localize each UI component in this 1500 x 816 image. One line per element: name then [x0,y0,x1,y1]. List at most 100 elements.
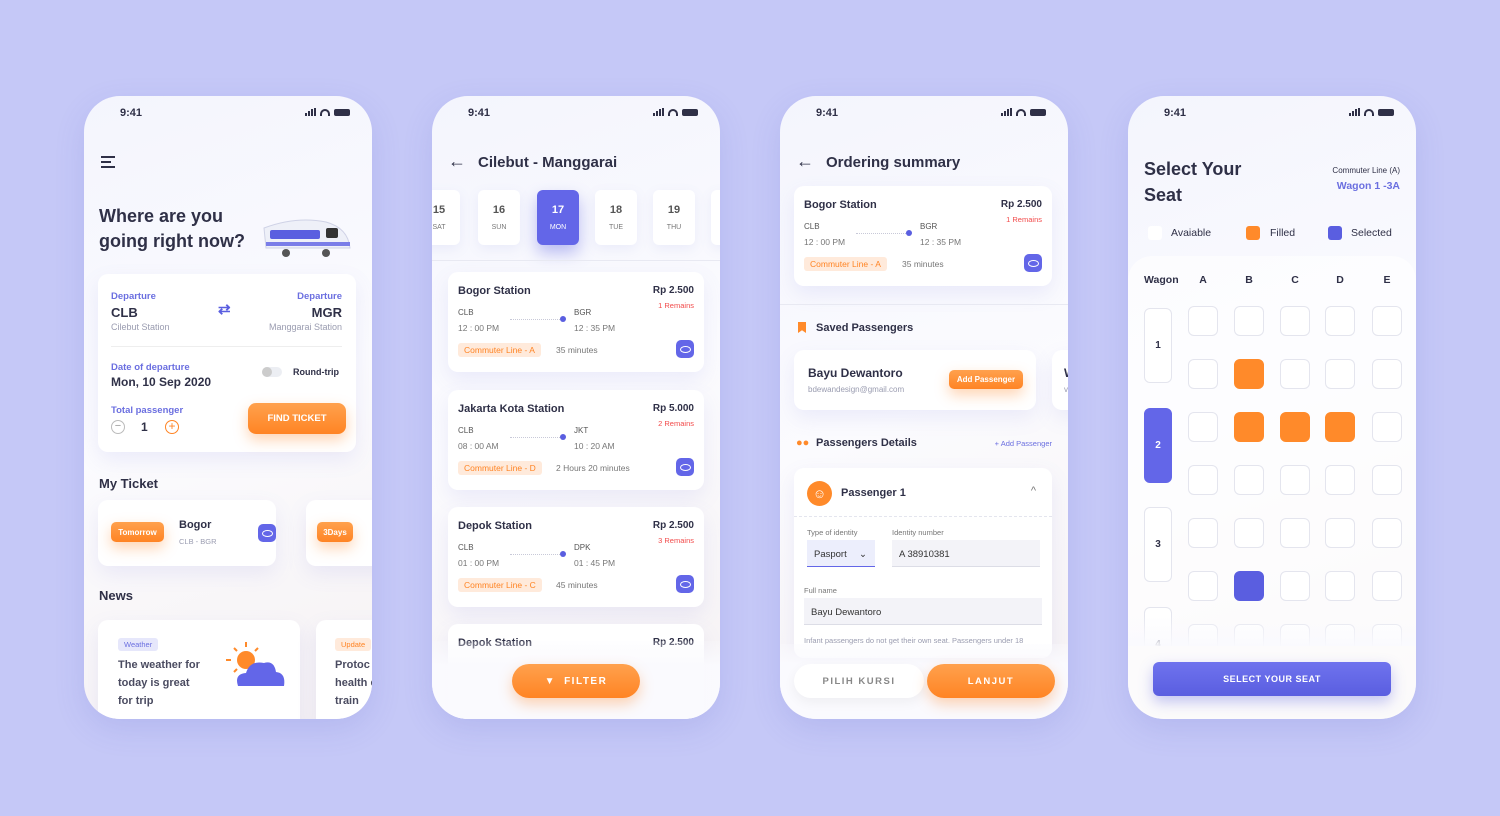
identity-type-value: Pasport [814,549,847,560]
news-card[interactable]: Update Protoc health c train [316,620,372,719]
back-arrow-icon[interactable]: ← [448,151,466,172]
seat-C3-filled[interactable] [1280,412,1310,442]
seat-B3-filled[interactable] [1234,412,1264,442]
find-ticket-button[interactable]: FIND TICKET [248,403,346,434]
seat-C5-available[interactable] [1280,518,1310,548]
filled-swatch [1246,226,1260,240]
trip-card[interactable]: Bogor Station Rp 2.500 1 Remains CLB 12 : 00… [794,186,1052,286]
line-tag: Commuter Line - C [458,578,542,592]
next-button[interactable]: LANJUT [927,664,1055,698]
destination-code: BGR [574,308,592,317]
seat-A6-available[interactable] [1188,571,1218,601]
add-passenger-button[interactable]: Add Passenger [949,370,1023,389]
date-chip[interactable]: 15 SAT [432,190,460,245]
seat-E6-available[interactable] [1372,571,1402,601]
date-chip[interactable] [711,190,720,245]
eye-icon[interactable] [676,340,694,358]
date-value[interactable]: Mon, 10 Sep 2020 [111,375,211,389]
seat-D4-available[interactable] [1325,465,1355,495]
seat-A3-available[interactable] [1188,412,1218,442]
choose-seat-button[interactable]: PILIH KURSI [794,664,924,698]
trip-card[interactable]: Bogor Station Rp 2.500 1 Remains CLB 12 : 00… [448,272,704,372]
identity-type-select[interactable]: Pasport ⌄ [807,540,875,567]
seat-B1-available[interactable] [1234,306,1264,336]
date-chip[interactable]: 18 TUE [595,190,637,245]
seat-C4-available[interactable] [1280,465,1310,495]
ticket-card[interactable]: Tomorrow Bogor CLB - BGR [98,500,276,566]
news-line: for trip [118,695,154,707]
status-icons [305,108,350,116]
route-line [856,233,906,234]
filter-button[interactable]: ▼ FILTER [512,664,640,698]
wagon-2[interactable]: 2 [1144,407,1172,483]
seat-C1-available[interactable] [1280,306,1310,336]
to-code[interactable]: MGR [312,305,342,320]
minus-icon[interactable]: − [111,420,125,434]
departure-time: 12 : 00 PM [458,323,500,333]
seat-D6-available[interactable] [1325,571,1355,601]
seat-D1-available[interactable] [1325,306,1355,336]
eye-icon[interactable] [258,524,276,542]
date-chip[interactable]: 19 THU [653,190,695,245]
seat-B4-available[interactable] [1234,465,1264,495]
news-line: today is great [118,677,190,689]
wagon-1[interactable]: 1 [1144,308,1172,383]
to-station: Manggarai Station [268,322,342,332]
signal-icon [305,108,316,116]
seat-C2-available[interactable] [1280,359,1310,389]
battery-icon [334,108,350,116]
news-line: health c [335,677,372,689]
seat-C6-available[interactable] [1280,571,1310,601]
saved-passenger-card[interactable]: Bayu Dewantoro bdewandesign@gmail.com Ad… [794,350,1036,410]
ticket-card[interactable]: 3Days [306,500,372,566]
arrival-time: 01 : 45 PM [574,558,616,568]
status-icons [1001,108,1046,116]
select-seat-button[interactable]: SELECT YOUR SEAT [1153,662,1391,696]
seat-A1-available[interactable] [1188,306,1218,336]
signal-icon [653,108,664,116]
seat-E4-available[interactable] [1372,465,1402,495]
schedule-screen: 9:41 ← Cilebut - Manggarai 15 SAT 16 SUN 17 M… [432,96,720,719]
hamburger-icon[interactable] [101,156,115,168]
seat-A5-available[interactable] [1188,518,1218,548]
seat-E3-available[interactable] [1372,412,1402,442]
battery-icon [1378,108,1394,116]
seat-A2-available[interactable] [1188,359,1218,389]
seat-D3-filled[interactable] [1325,412,1355,442]
date-chip[interactable]: 16 SUN [478,190,520,245]
news-card[interactable]: Weather The weather for today is great for… [98,620,300,719]
seats-remaining: 1 Remains [1006,215,1042,224]
seat-B6-selected[interactable] [1234,571,1264,601]
full-name-input[interactable]: Bayu Dewantoro [804,598,1042,625]
round-trip-toggle[interactable] [262,367,282,377]
trip-card[interactable]: Jakarta Kota Station Rp 5.000 2 Remains CLB… [448,390,704,490]
identity-number-input[interactable]: A 38910381 [892,540,1040,567]
chevron-up-icon[interactable]: ^ [1031,485,1036,497]
wagon-3[interactable]: 3 [1144,507,1172,582]
from-code[interactable]: CLB [111,305,138,320]
swap-icon[interactable]: ⇄ [218,300,231,318]
status-time: 9:41 [120,107,143,119]
route-line [510,319,560,320]
seat-D5-available[interactable] [1325,518,1355,548]
seat-E2-available[interactable] [1372,359,1402,389]
title-line: Where are you [99,206,224,226]
trip-card[interactable]: Depok Station Rp 2.500 3 Remains CLB 01 : 00… [448,507,704,607]
back-arrow-icon[interactable]: ← [796,151,814,172]
saved-passenger-card[interactable]: W v [1052,350,1068,410]
eye-icon[interactable] [676,575,694,593]
plus-icon[interactable]: + [165,420,179,434]
seat-B2-filled[interactable] [1234,359,1264,389]
eye-icon[interactable] [676,458,694,476]
seat-D2-available[interactable] [1325,359,1355,389]
seat-B5-available[interactable] [1234,518,1264,548]
seat-E1-available[interactable] [1372,306,1402,336]
add-passenger-link[interactable]: + Add Passenger [995,439,1052,448]
news-line: Protoc [335,659,370,671]
date-chip[interactable]: 17 MON [537,190,579,245]
seat-A4-available[interactable] [1188,465,1218,495]
eye-icon[interactable] [1024,254,1042,272]
news-heading: News [99,588,133,603]
date-day: 19 [667,204,681,216]
seat-E5-available[interactable] [1372,518,1402,548]
